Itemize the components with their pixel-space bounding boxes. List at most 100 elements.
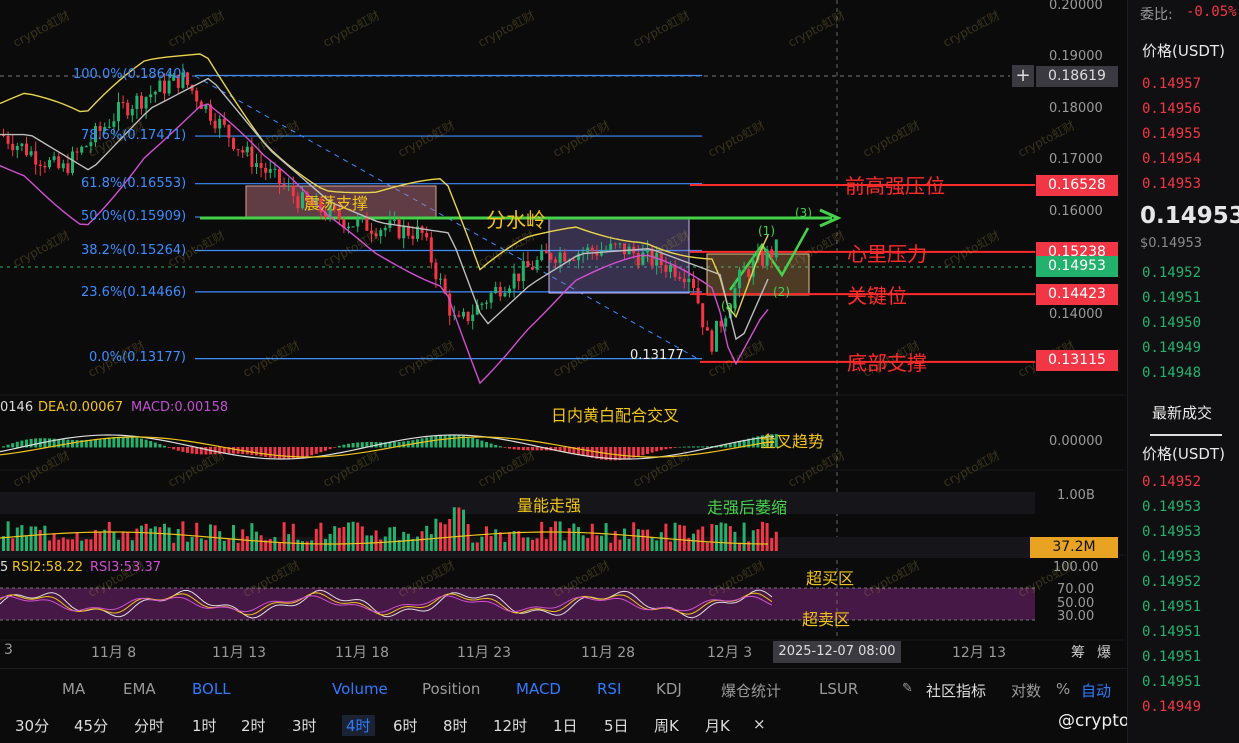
volume-bar bbox=[158, 527, 162, 551]
ask-price[interactable]: 0.14955 bbox=[1142, 126, 1201, 142]
percent-scale-toggle[interactable]: % bbox=[1056, 680, 1070, 698]
volume-tag: 37.2M bbox=[1030, 537, 1118, 558]
log-scale-toggle[interactable]: 对数 bbox=[1011, 680, 1041, 701]
candle-body bbox=[549, 253, 553, 260]
tab-macd[interactable]: MACD bbox=[516, 680, 561, 698]
macd-bar bbox=[503, 447, 507, 448]
candle-body bbox=[167, 80, 171, 94]
interval-week[interactable]: 周K bbox=[654, 715, 679, 736]
interval-30m[interactable]: 30分 bbox=[15, 715, 49, 736]
trade-price: 0.14951 bbox=[1142, 599, 1202, 615]
interval-1h[interactable]: 1时 bbox=[192, 715, 217, 736]
auto-scale-toggle[interactable]: 自动 bbox=[1081, 680, 1111, 701]
chips-toggle[interactable]: 筹 bbox=[1071, 642, 1085, 662]
ask-price[interactable]: 0.14957 bbox=[1142, 76, 1201, 92]
wave-label: (1) bbox=[758, 224, 775, 238]
macd-bar bbox=[669, 447, 672, 449]
interval-45m[interactable]: 45分 bbox=[74, 715, 108, 736]
volume-bar bbox=[140, 525, 143, 551]
ask-price[interactable]: 0.14953 bbox=[1142, 176, 1201, 192]
bid-price[interactable]: 0.14948 bbox=[1142, 365, 1201, 381]
macd-bar bbox=[448, 434, 452, 448]
trade-price: 0.14952 bbox=[1142, 574, 1202, 590]
rsi2-label: RSI2:58.22 bbox=[12, 560, 83, 575]
candle-body bbox=[29, 151, 33, 156]
volume-bar bbox=[310, 540, 314, 551]
tab-volume[interactable]: Volume bbox=[332, 680, 388, 698]
macd-bar bbox=[429, 436, 433, 448]
macd-bar bbox=[305, 447, 309, 457]
volume-bar bbox=[103, 529, 107, 551]
tab-rsi[interactable]: RSI bbox=[597, 680, 621, 698]
tab-ma[interactable]: MA bbox=[62, 680, 85, 698]
volume-bar bbox=[347, 522, 350, 551]
macd-bar bbox=[586, 447, 590, 457]
candle-body bbox=[195, 90, 199, 102]
tab-position[interactable]: Position bbox=[422, 680, 480, 698]
fib-label: 38.2%(0.15264) bbox=[81, 243, 187, 258]
recent-trades-title[interactable]: 最新成交 bbox=[1152, 402, 1212, 423]
community-indicators-button[interactable]: 社区指标 bbox=[926, 680, 986, 701]
interval-tick[interactable]: 分时 bbox=[134, 715, 164, 736]
candle-body bbox=[218, 118, 222, 129]
volume-bar bbox=[747, 541, 751, 551]
candle-body bbox=[153, 91, 157, 95]
interval-month[interactable]: 月K bbox=[705, 715, 730, 736]
bid-price[interactable]: 0.14949 bbox=[1142, 340, 1201, 356]
interval-1d[interactable]: 1日 bbox=[553, 715, 578, 736]
candle-body bbox=[710, 330, 714, 352]
ratio-label: 委比: bbox=[1140, 7, 1173, 23]
macd-bar bbox=[705, 446, 709, 448]
fib-label: 0.0%(0.13177) bbox=[89, 350, 186, 365]
volume-bar bbox=[448, 518, 452, 551]
interval-8h[interactable]: 8时 bbox=[443, 715, 468, 736]
interval-2h[interactable]: 2时 bbox=[241, 715, 266, 736]
candle-body bbox=[609, 243, 613, 250]
ask-price[interactable]: 0.14954 bbox=[1142, 151, 1201, 167]
volume-bar bbox=[296, 539, 300, 551]
bid-price[interactable]: 0.14951 bbox=[1142, 290, 1201, 306]
volume-bar bbox=[75, 532, 79, 551]
bid-price[interactable]: 0.14950 bbox=[1142, 315, 1201, 331]
close-intervals-icon[interactable]: × bbox=[753, 715, 766, 733]
volume-bar bbox=[664, 523, 668, 551]
tab-boll[interactable]: BOLL bbox=[192, 680, 231, 698]
bid-price[interactable]: 0.14952 bbox=[1142, 265, 1201, 281]
candle-body bbox=[494, 286, 498, 294]
tab-kdj[interactable]: KDJ bbox=[656, 680, 682, 698]
volume-bar bbox=[190, 536, 194, 551]
volume-bar bbox=[692, 533, 695, 551]
macd-bar bbox=[641, 447, 645, 456]
volume-bar bbox=[632, 522, 636, 551]
candle-body bbox=[715, 320, 718, 352]
macd-bar bbox=[646, 447, 649, 454]
interval-5d[interactable]: 5日 bbox=[604, 715, 629, 736]
volume-bar bbox=[98, 531, 102, 551]
ask-price[interactable]: 0.14956 bbox=[1142, 101, 1201, 117]
volume-bar bbox=[126, 532, 130, 551]
crosshair-price: 0.18619 bbox=[1036, 66, 1118, 87]
tab-ema[interactable]: EMA bbox=[123, 680, 156, 698]
tab-liquidation-stats[interactable]: 爆仓统计 bbox=[721, 680, 781, 701]
tab-lsur[interactable]: LSUR bbox=[819, 680, 858, 698]
add-alert-button[interactable]: + bbox=[1012, 65, 1034, 87]
order-book-panel: 委比: -0.05% 价格(USDT) 0.14957 0.14956 0.14… bbox=[1127, 0, 1239, 743]
trade-price: 0.14951 bbox=[1142, 624, 1202, 640]
interval-6h[interactable]: 6时 bbox=[393, 715, 418, 736]
candle-body bbox=[696, 287, 700, 304]
liquidation-toggle[interactable]: 爆 bbox=[1097, 642, 1111, 662]
candle-body bbox=[61, 163, 65, 169]
interval-12h[interactable]: 12时 bbox=[493, 715, 527, 736]
volume-bar bbox=[719, 522, 723, 551]
volume-bar bbox=[406, 533, 410, 551]
candle-body bbox=[351, 226, 355, 228]
crosshair-date: 2025-12-07 08:00 bbox=[773, 641, 901, 663]
interval-4h[interactable]: 4时 bbox=[342, 715, 375, 736]
rsi-axis-tick: 30.00 bbox=[1057, 609, 1095, 624]
macd-bar bbox=[692, 446, 695, 448]
wave-label: (3) bbox=[795, 206, 812, 220]
volume-bar bbox=[581, 535, 585, 551]
volume-bar bbox=[475, 542, 479, 551]
edit-icon[interactable]: ✎ bbox=[902, 681, 913, 696]
interval-3h[interactable]: 3时 bbox=[292, 715, 317, 736]
